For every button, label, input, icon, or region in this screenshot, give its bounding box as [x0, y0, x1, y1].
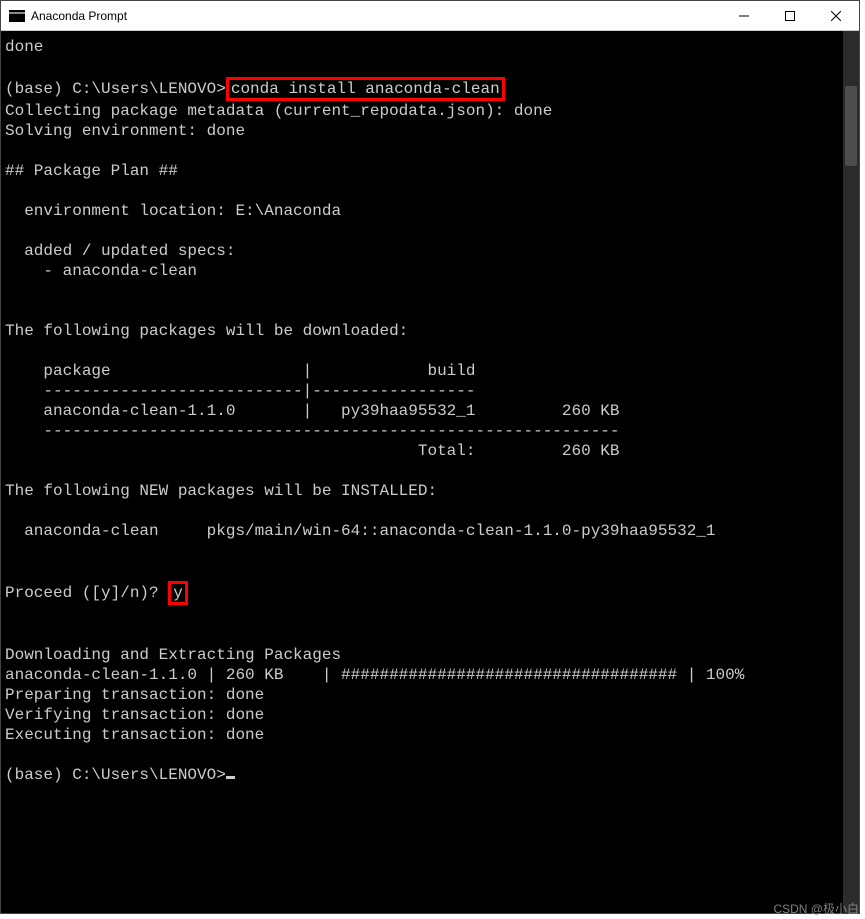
- line: Downloading and Extracting Packages: [5, 646, 341, 664]
- maximize-button[interactable]: [767, 1, 813, 31]
- highlighted-input: y: [168, 581, 188, 605]
- watermark: CSDN @极小白: [773, 900, 859, 917]
- scrollbar-thumb[interactable]: [845, 86, 857, 166]
- titlebar[interactable]: Anaconda Prompt: [1, 1, 859, 31]
- minimize-icon: [739, 11, 749, 21]
- line: Solving environment: done: [5, 122, 245, 140]
- proceed-prompt: Proceed ([y]/n)?: [5, 584, 168, 602]
- scrollbar-track[interactable]: [843, 31, 859, 913]
- line: anaconda-clean-1.1.0 | 260 KB | ########…: [5, 666, 744, 684]
- line: ----------------------------------------…: [5, 422, 620, 440]
- maximize-icon: [785, 11, 795, 21]
- line: ---------------------------|------------…: [5, 382, 475, 400]
- minimize-button[interactable]: [721, 1, 767, 31]
- line: Collecting package metadata (current_rep…: [5, 102, 552, 120]
- close-icon: [831, 11, 841, 21]
- line: done: [5, 38, 43, 56]
- line: anaconda-clean-1.1.0 | py39haa95532_1 26…: [5, 402, 620, 420]
- line: Verifying transaction: done: [5, 706, 264, 724]
- terminal-output[interactable]: done (base) C:\Users\LENOVO>conda instal…: [1, 31, 859, 913]
- prompt: (base) C:\Users\LENOVO>: [5, 766, 226, 784]
- close-button[interactable]: [813, 1, 859, 31]
- line: Executing transaction: done: [5, 726, 264, 744]
- prompt: (base) C:\Users\LENOVO>: [5, 80, 226, 98]
- app-icon: [9, 10, 25, 22]
- line: Total: 260 KB: [5, 442, 620, 460]
- line: ## Package Plan ##: [5, 162, 178, 180]
- line: - anaconda-clean: [5, 262, 197, 280]
- line: Preparing transaction: done: [5, 686, 264, 704]
- line: added / updated specs:: [5, 242, 235, 260]
- line: package | build: [5, 362, 475, 380]
- line: anaconda-clean pkgs/main/win-64::anacond…: [5, 522, 716, 540]
- window-controls: [721, 1, 859, 30]
- cursor: [226, 776, 235, 779]
- line: environment location: E:\Anaconda: [5, 202, 341, 220]
- line: The following packages will be downloade…: [5, 322, 408, 340]
- highlighted-command: conda install anaconda-clean: [226, 77, 505, 101]
- window-title: Anaconda Prompt: [31, 9, 721, 23]
- window-frame: Anaconda Prompt done (base) C:\Users\LEN…: [0, 0, 860, 914]
- line: The following NEW packages will be INSTA…: [5, 482, 437, 500]
